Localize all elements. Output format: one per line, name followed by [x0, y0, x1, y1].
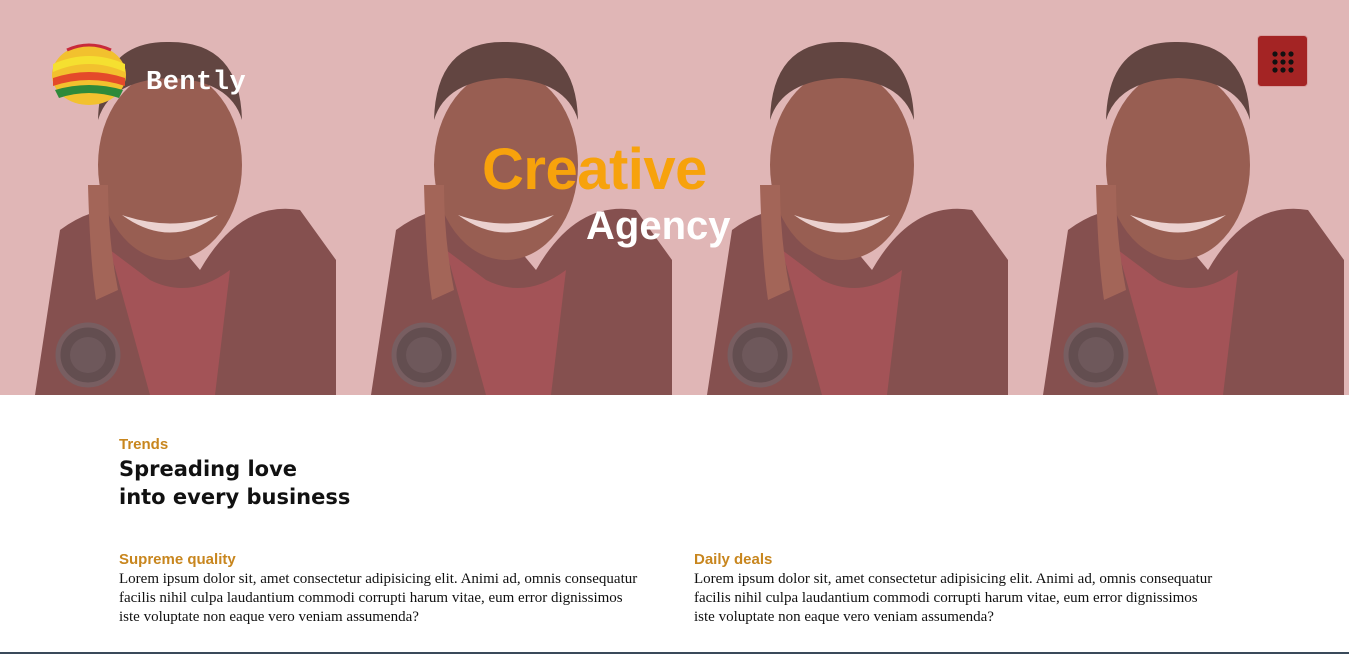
content-section: Trends Spreading love into every busines… — [0, 395, 1349, 654]
brand-logo-icon[interactable] — [49, 42, 129, 108]
section-title-line: into every business — [119, 485, 351, 509]
feature-title: Daily deals — [694, 551, 773, 568]
menu-button[interactable] — [1257, 35, 1308, 87]
section-title: Spreading love into every business — [119, 455, 479, 511]
feature-text: Lorem ipsum dolor sit, amet consectetur … — [119, 571, 638, 625]
hero-portrait-image — [672, 0, 1008, 395]
section-kicker: Trends — [119, 436, 169, 453]
hero-banner: Bently Creative Agency — [0, 0, 1349, 395]
feature-card: Daily deals Lorem ipsum dolor sit, amet … — [694, 551, 1214, 627]
brand-name[interactable]: Bently — [146, 68, 246, 98]
hero-subheadline: Agency — [586, 204, 731, 248]
feature-text: Lorem ipsum dolor sit, amet consectetur … — [694, 571, 1213, 625]
hero-headline: Creative — [482, 137, 707, 202]
grid-menu-icon — [1272, 51, 1294, 73]
section-title-line: Spreading love — [119, 457, 298, 481]
feature-title: Supreme quality — [119, 551, 236, 568]
feature-card: Supreme quality Lorem ipsum dolor sit, a… — [119, 551, 639, 627]
